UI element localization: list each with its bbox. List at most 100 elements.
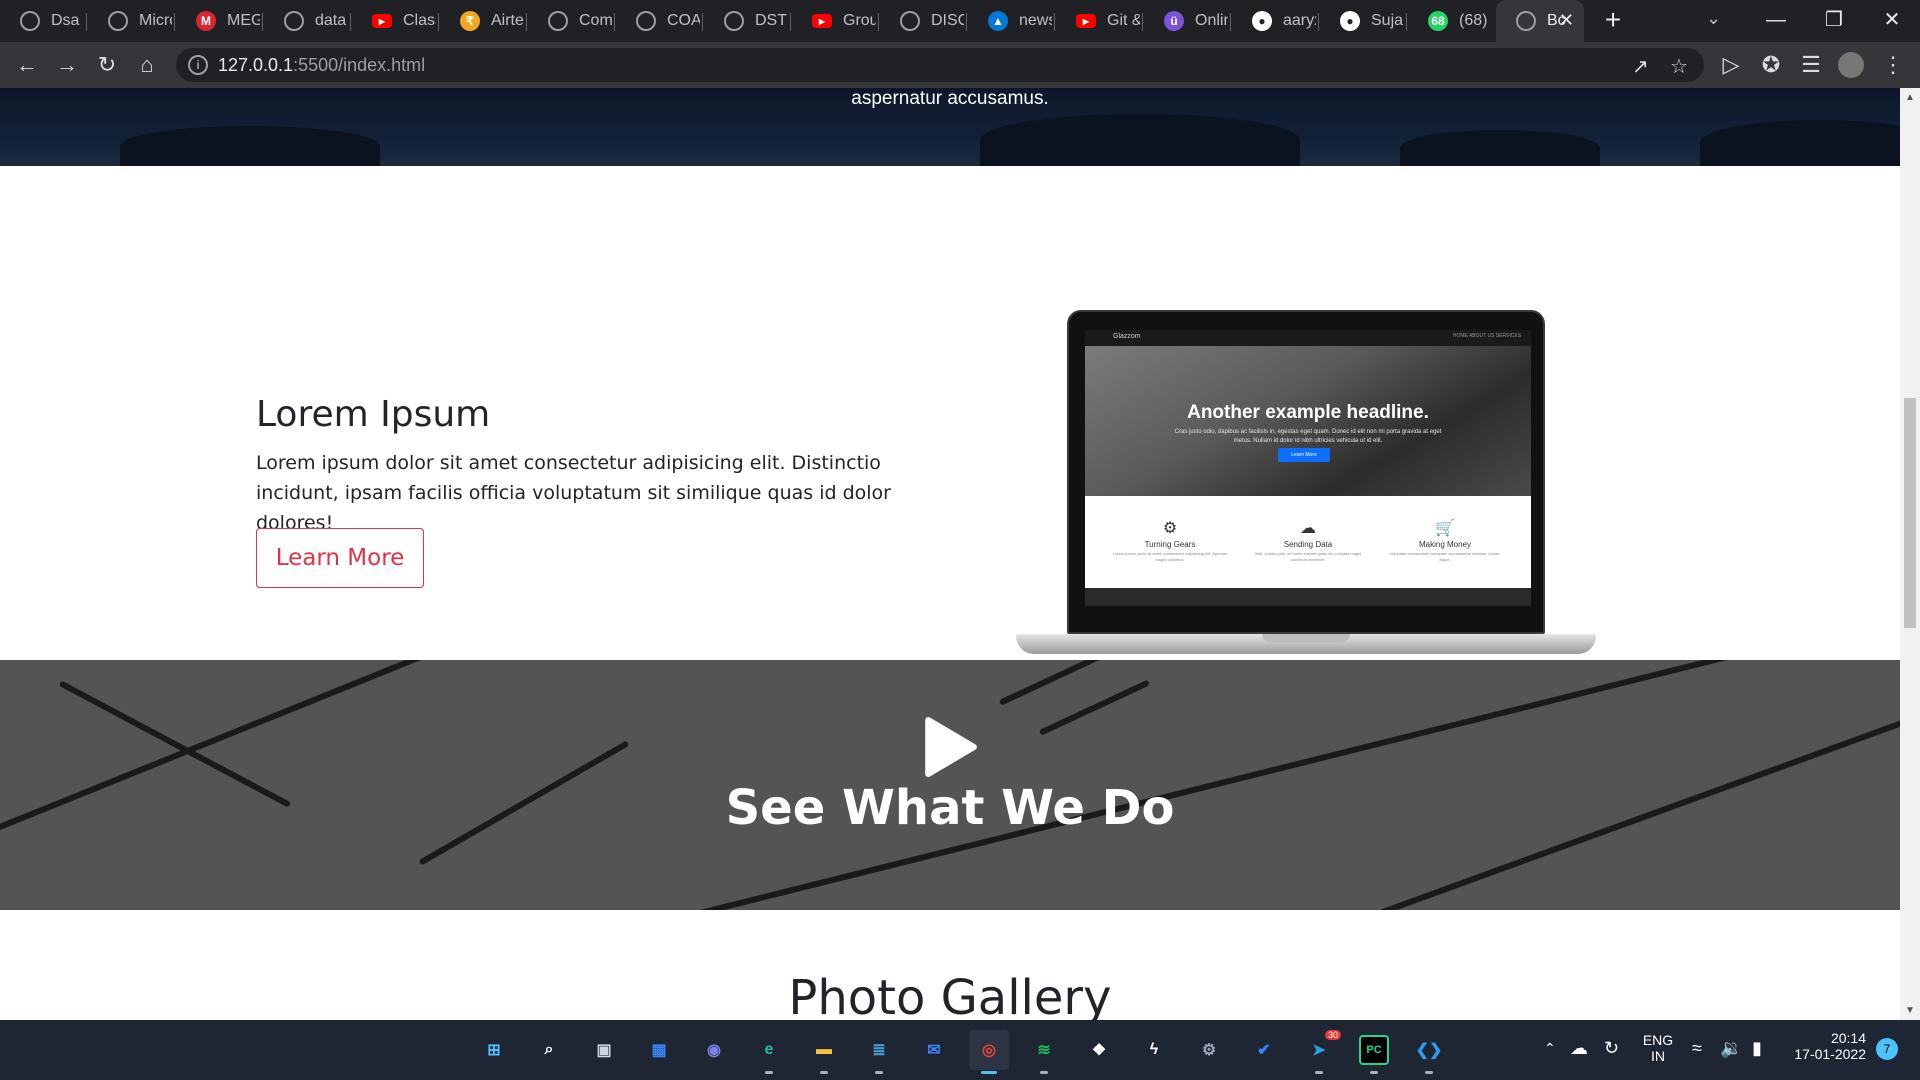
reading-list-icon[interactable]: ☰ <box>1796 50 1826 80</box>
share-icon[interactable]: ↗ <box>1632 54 1649 79</box>
spotify-taskbar-button[interactable]: ≋ <box>1024 1030 1064 1074</box>
running-indicator <box>1040 1071 1048 1074</box>
telegram-taskbar-button[interactable]: ➤ 30 <box>1299 1030 1341 1074</box>
globe-icon <box>900 11 920 31</box>
browser-tab[interactable]: COA <box>616 0 700 42</box>
dropbox-taskbar-button[interactable]: ❖ <box>1079 1030 1119 1070</box>
browser-tab[interactable]: Micro <box>88 0 172 42</box>
tab-separator <box>1406 13 1407 31</box>
tab-title: MEGA <box>227 12 260 29</box>
browser-tab[interactable]: ▶ Class <box>352 0 436 42</box>
new-tab-button[interactable]: + <box>1598 6 1628 36</box>
mail-taskbar-button[interactable]: ✉ <box>914 1030 954 1070</box>
globe-icon <box>1516 11 1536 31</box>
tab-title: Onlin <box>1195 12 1228 29</box>
notepad-taskbar-button[interactable]: ≣ <box>859 1030 899 1074</box>
teams-chat-icon: ◉ <box>707 1042 721 1059</box>
widgets-taskbar-button[interactable]: ▦ <box>639 1030 679 1070</box>
task-view-taskbar-button[interactable]: ▣ <box>584 1030 624 1070</box>
pycharm-icon: PC <box>1359 1035 1389 1065</box>
vscode-taskbar-button[interactable]: ❮❯ <box>1409 1030 1449 1074</box>
tab-separator <box>350 13 351 31</box>
language-indicator[interactable]: ENG IN <box>1640 1032 1676 1064</box>
feature-title: Making Money <box>1418 540 1472 549</box>
browser-tab[interactable]: ● aaryx <box>1232 0 1316 42</box>
browser-tab[interactable]: M MEGA <box>176 0 260 42</box>
back-icon[interactable]: ← <box>12 50 42 80</box>
battery-icon[interactable]: ▮ <box>1752 1038 1762 1059</box>
address-bar[interactable]: i 127.0.0.1:5500/index.html ↗ ☆ <box>176 48 1704 82</box>
url-text[interactable]: 127.0.0.1:5500/index.html <box>218 55 425 76</box>
clock[interactable]: 20:14 17-01-2022 <box>1786 1030 1866 1062</box>
sync-icon[interactable]: ↻ <box>1604 1038 1619 1059</box>
globe-icon <box>20 11 40 31</box>
browser-tab[interactable]: Bc ✕ <box>1496 0 1584 42</box>
page-scrollbar[interactable]: ▲ ▼ <box>1900 88 1920 1020</box>
clock-date: 17-01-2022 <box>1794 1046 1866 1062</box>
site-info-icon[interactable]: i <box>188 55 208 75</box>
learn-more-button[interactable]: Learn More <box>256 528 424 588</box>
edge-icon: e <box>764 1041 774 1058</box>
bookmark-star-icon[interactable]: ☆ <box>1670 54 1688 79</box>
onedrive-icon[interactable]: ☁ <box>1570 1038 1588 1059</box>
extensions-icon[interactable]: ✪ <box>1756 50 1786 80</box>
tab-title: Airtel <box>491 12 524 29</box>
settings-taskbar-button[interactable]: ⚙ <box>1189 1030 1229 1070</box>
close-window-button[interactable]: ✕ <box>1864 0 1920 42</box>
tab-title: news <box>1019 12 1052 29</box>
browser-tab[interactable]: ● Sujals <box>1320 0 1404 42</box>
forward-icon[interactable]: → <box>52 50 82 80</box>
restore-button[interactable]: ❐ <box>1806 0 1862 42</box>
browser-tab[interactable]: data : <box>264 0 348 42</box>
app-s-taskbar-button[interactable]: ϟ <box>1134 1030 1174 1070</box>
tab-title: aaryx <box>1283 12 1316 29</box>
search-icon: ⌕ <box>544 1041 554 1058</box>
scroll-thumb[interactable] <box>1904 398 1916 628</box>
browser-tab[interactable]: Dsa E <box>0 0 84 42</box>
home-icon[interactable]: ⌂ <box>132 50 162 80</box>
tab-search-icon[interactable]: ⌄ <box>1706 8 1721 29</box>
site-favicon-icon: M <box>196 11 216 31</box>
browser-tab[interactable]: 68 (68) V <box>1408 0 1492 42</box>
globe-icon <box>636 11 656 31</box>
profile-avatar[interactable] <box>1838 52 1864 78</box>
tray-overflow-icon[interactable]: ⌃ <box>1544 1040 1556 1057</box>
volume-icon[interactable]: 🔉 <box>1720 1038 1742 1059</box>
todo-taskbar-button[interactable]: ✔ <box>1244 1030 1284 1070</box>
github-icon: ● <box>1252 11 1272 31</box>
start-taskbar-button[interactable]: ⊞ <box>474 1030 514 1070</box>
search-taskbar-button[interactable]: ⌕ <box>529 1030 569 1070</box>
file-explorer-taskbar-button[interactable]: ▬ <box>804 1030 844 1074</box>
feature-title: Turning Gears <box>1144 540 1196 549</box>
minimize-button[interactable]: — <box>1748 0 1804 42</box>
media-icon[interactable]: ▷ <box>1716 50 1746 80</box>
chrome-taskbar-button[interactable]: ◎ <box>969 1030 1009 1074</box>
play-icon[interactable] <box>918 716 980 778</box>
browser-tab[interactable]: ▶ Git & <box>1056 0 1140 42</box>
edge-taskbar-button[interactable]: e <box>749 1030 789 1074</box>
scroll-down-icon[interactable]: ▼ <box>1905 1005 1915 1016</box>
browser-tab[interactable]: ü Onlin <box>1144 0 1228 42</box>
feature-section: Lorem Ipsum Lorem ipsum dolor sit amet c… <box>0 166 1900 660</box>
pycharm-taskbar-button[interactable]: PC <box>1354 1030 1394 1074</box>
scroll-up-icon[interactable]: ▲ <box>1905 92 1915 103</box>
tab-title: Micro <box>139 12 172 29</box>
tab-separator <box>878 13 879 31</box>
task-view-icon: ▣ <box>596 1042 612 1059</box>
globe-icon <box>108 11 128 31</box>
teams-chat-taskbar-button[interactable]: ◉ <box>694 1030 734 1070</box>
tab-separator <box>438 13 439 31</box>
browser-tab[interactable]: Comp <box>528 0 612 42</box>
tab-separator <box>262 13 263 31</box>
notification-badge[interactable]: 7 <box>1876 1038 1898 1060</box>
site-favicon-icon: 68 <box>1428 11 1448 31</box>
reload-icon[interactable]: ↻ <box>92 50 122 80</box>
close-tab-icon[interactable]: ✕ <box>1559 10 1574 31</box>
browser-tab[interactable]: ₹ Airtel <box>440 0 524 42</box>
menu-icon[interactable]: ⋮ <box>1878 50 1908 80</box>
browser-tab[interactable]: ▶ Grou <box>792 0 876 42</box>
browser-tab[interactable]: DISCF <box>880 0 964 42</box>
wifi-icon[interactable]: ≈ <box>1692 1038 1702 1059</box>
browser-tab[interactable]: DSTL <box>704 0 788 42</box>
browser-tab[interactable]: ▲ news <box>968 0 1052 42</box>
